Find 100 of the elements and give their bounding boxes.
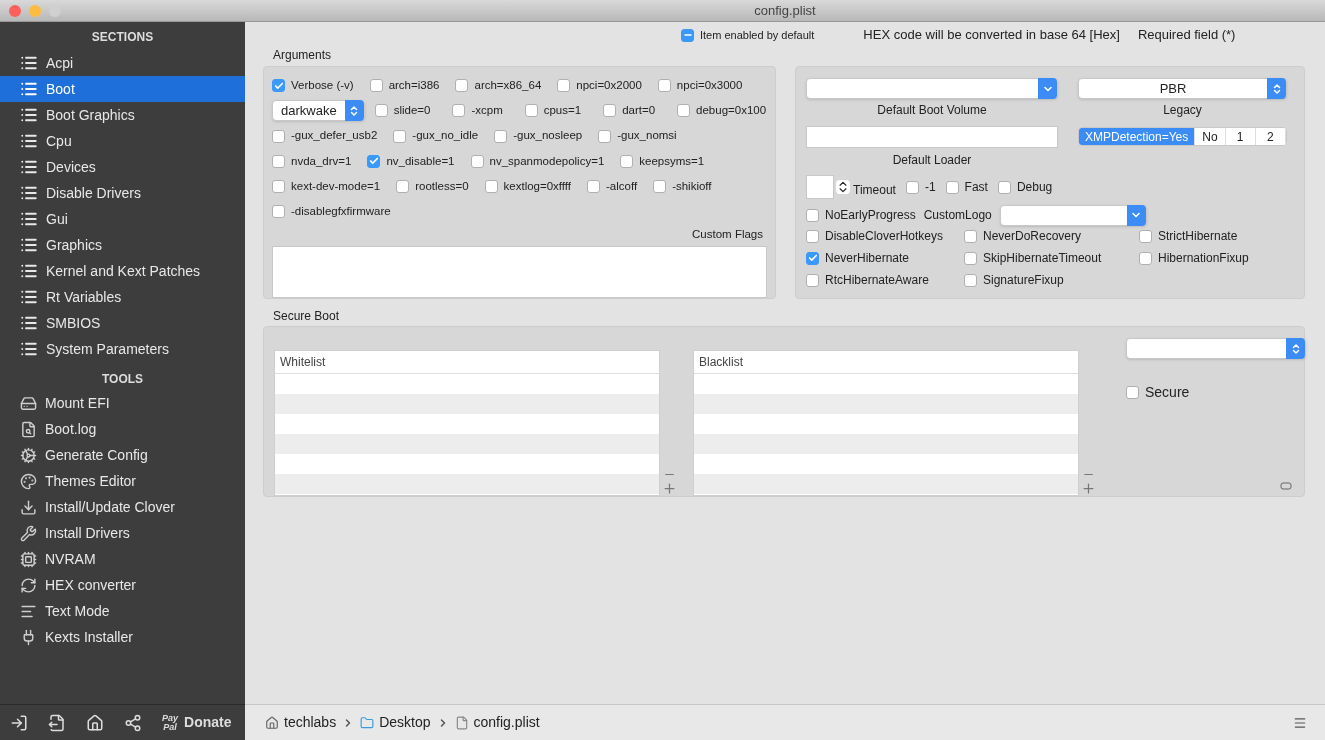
checkbox[interactable] — [806, 208, 819, 222]
checkbox[interactable] — [657, 79, 671, 93]
stepper-icon[interactable] — [836, 180, 850, 194]
close-button[interactable] — [9, 4, 21, 17]
tool-item[interactable]: Text Mode — [0, 598, 245, 624]
checkbox-label: -shikioff — [672, 178, 712, 194]
checkbox[interactable] — [964, 273, 977, 287]
checkbox[interactable] — [393, 129, 407, 143]
checkbox[interactable] — [653, 180, 667, 193]
sidebar-item[interactable]: System Parameters — [0, 336, 245, 362]
home-icon[interactable] — [86, 713, 104, 732]
checkbox[interactable] — [945, 180, 959, 194]
menu-icon[interactable] — [1293, 715, 1307, 730]
checkbox[interactable] — [681, 28, 694, 42]
checkbox[interactable] — [455, 79, 469, 93]
popup-button[interactable] — [1126, 338, 1306, 359]
popup-button[interactable]: PBR — [1078, 78, 1287, 99]
checkbox[interactable] — [470, 154, 484, 168]
checkbox[interactable] — [396, 180, 410, 193]
checkbox[interactable] — [484, 180, 498, 193]
checkbox[interactable] — [905, 180, 919, 194]
palette-icon — [20, 472, 37, 490]
sidebar-item[interactable]: Cpu — [0, 128, 245, 154]
checkbox-label: arch=i386 — [388, 78, 440, 93]
checkbox[interactable] — [272, 154, 285, 168]
checkbox[interactable] — [272, 180, 285, 193]
hex-note: HEX code will be converted in base 64 [Hex] — [863, 26, 1120, 45]
checkbox[interactable] — [494, 129, 508, 143]
default-loader-field[interactable] — [806, 126, 1058, 148]
checkbox[interactable] — [272, 205, 285, 219]
checkbox-label: cpus=1 — [543, 103, 582, 119]
checkbox[interactable] — [806, 273, 819, 287]
popup-button[interactable]: darkwake — [272, 100, 365, 122]
checkbox[interactable] — [369, 79, 383, 93]
checkbox-label: NoEarlyProgress — [825, 207, 916, 224]
sidebar-item[interactable]: Rt Variables — [0, 284, 245, 310]
list-icon — [20, 340, 38, 358]
sidebar-item[interactable]: Kernel and Kext Patches — [0, 258, 245, 284]
folder-icon — [360, 715, 375, 730]
checkbox[interactable] — [367, 154, 381, 168]
sidebar-item[interactable]: SMBIOS — [0, 310, 245, 336]
check-icon — [807, 253, 818, 263]
share-icon[interactable] — [124, 713, 142, 732]
add-icon[interactable] — [662, 481, 677, 496]
file-icon — [454, 715, 469, 730]
tool-item[interactable]: NVRAM — [0, 546, 245, 572]
column-header[interactable]: Blacklist — [694, 351, 1078, 374]
checkbox[interactable] — [452, 104, 466, 118]
popup-button[interactable] — [999, 204, 1147, 226]
popup-button[interactable] — [806, 78, 1058, 99]
checkbox[interactable] — [964, 251, 977, 265]
checkbox[interactable] — [964, 229, 977, 243]
tool-item[interactable]: Themes Editor — [0, 468, 245, 494]
section-heading: SECTIONS — [90, 29, 155, 46]
add-icon[interactable] — [1081, 481, 1096, 496]
tool-item[interactable]: Install/Update Clover — [0, 494, 245, 520]
sidebar-item[interactable]: Acpi — [0, 50, 245, 76]
checkbox[interactable] — [1139, 229, 1152, 243]
checkbox[interactable] — [557, 79, 571, 93]
sidebar-item[interactable]: Graphics — [0, 232, 245, 258]
tool-item[interactable]: Mount EFI — [0, 390, 245, 416]
checkbox[interactable] — [620, 154, 634, 168]
column-header[interactable]: Whitelist — [275, 351, 659, 374]
tool-item[interactable]: Install Drivers — [0, 520, 245, 546]
checkbox[interactable] — [677, 104, 691, 118]
path-item[interactable]: techlabs — [265, 712, 337, 733]
checkbox[interactable] — [598, 129, 612, 143]
checkbox-label: -gux_nosleep — [513, 128, 583, 144]
checkbox[interactable] — [1139, 251, 1152, 265]
checkbox-label: -alcoff — [606, 178, 638, 194]
import-icon[interactable] — [10, 713, 28, 732]
minimize-button[interactable] — [29, 4, 41, 17]
checkbox[interactable] — [272, 79, 285, 93]
sidebar-item[interactable]: Gui — [0, 206, 245, 232]
checkbox[interactable] — [603, 104, 617, 118]
tool-item[interactable]: Generate Config — [0, 442, 245, 468]
tool-item[interactable]: Kexts Installer — [0, 624, 245, 650]
sidebar-item[interactable]: Disable Drivers — [0, 180, 245, 206]
checkbox-label: -gux_nomsi — [617, 128, 677, 144]
sidebar-item[interactable]: Devices — [0, 154, 245, 180]
sidebar-item[interactable]: Boot — [0, 76, 245, 102]
tool-item[interactable]: HEX converter — [0, 572, 245, 598]
checkbox[interactable] — [806, 229, 819, 243]
checkbox[interactable] — [524, 104, 538, 118]
custom-flags-field[interactable] — [272, 245, 767, 298]
checkbox[interactable] — [806, 251, 819, 265]
grip-icon[interactable] — [1280, 481, 1292, 491]
export-icon[interactable] — [48, 713, 66, 732]
sidebar-item[interactable]: Boot Graphics — [0, 102, 245, 128]
checkbox[interactable] — [374, 104, 388, 118]
checkbox[interactable] — [587, 180, 601, 193]
path-item[interactable]: Desktop — [360, 712, 431, 733]
up-down-icon — [1267, 78, 1286, 99]
tool-item[interactable]: Boot.log — [0, 416, 245, 442]
checkbox[interactable] — [997, 180, 1011, 194]
checkbox[interactable] — [1126, 386, 1139, 399]
path-item[interactable]: config.plist — [454, 712, 540, 733]
checkbox[interactable] — [272, 129, 285, 143]
list-icon — [20, 288, 38, 306]
timeout-field[interactable] — [806, 175, 834, 199]
